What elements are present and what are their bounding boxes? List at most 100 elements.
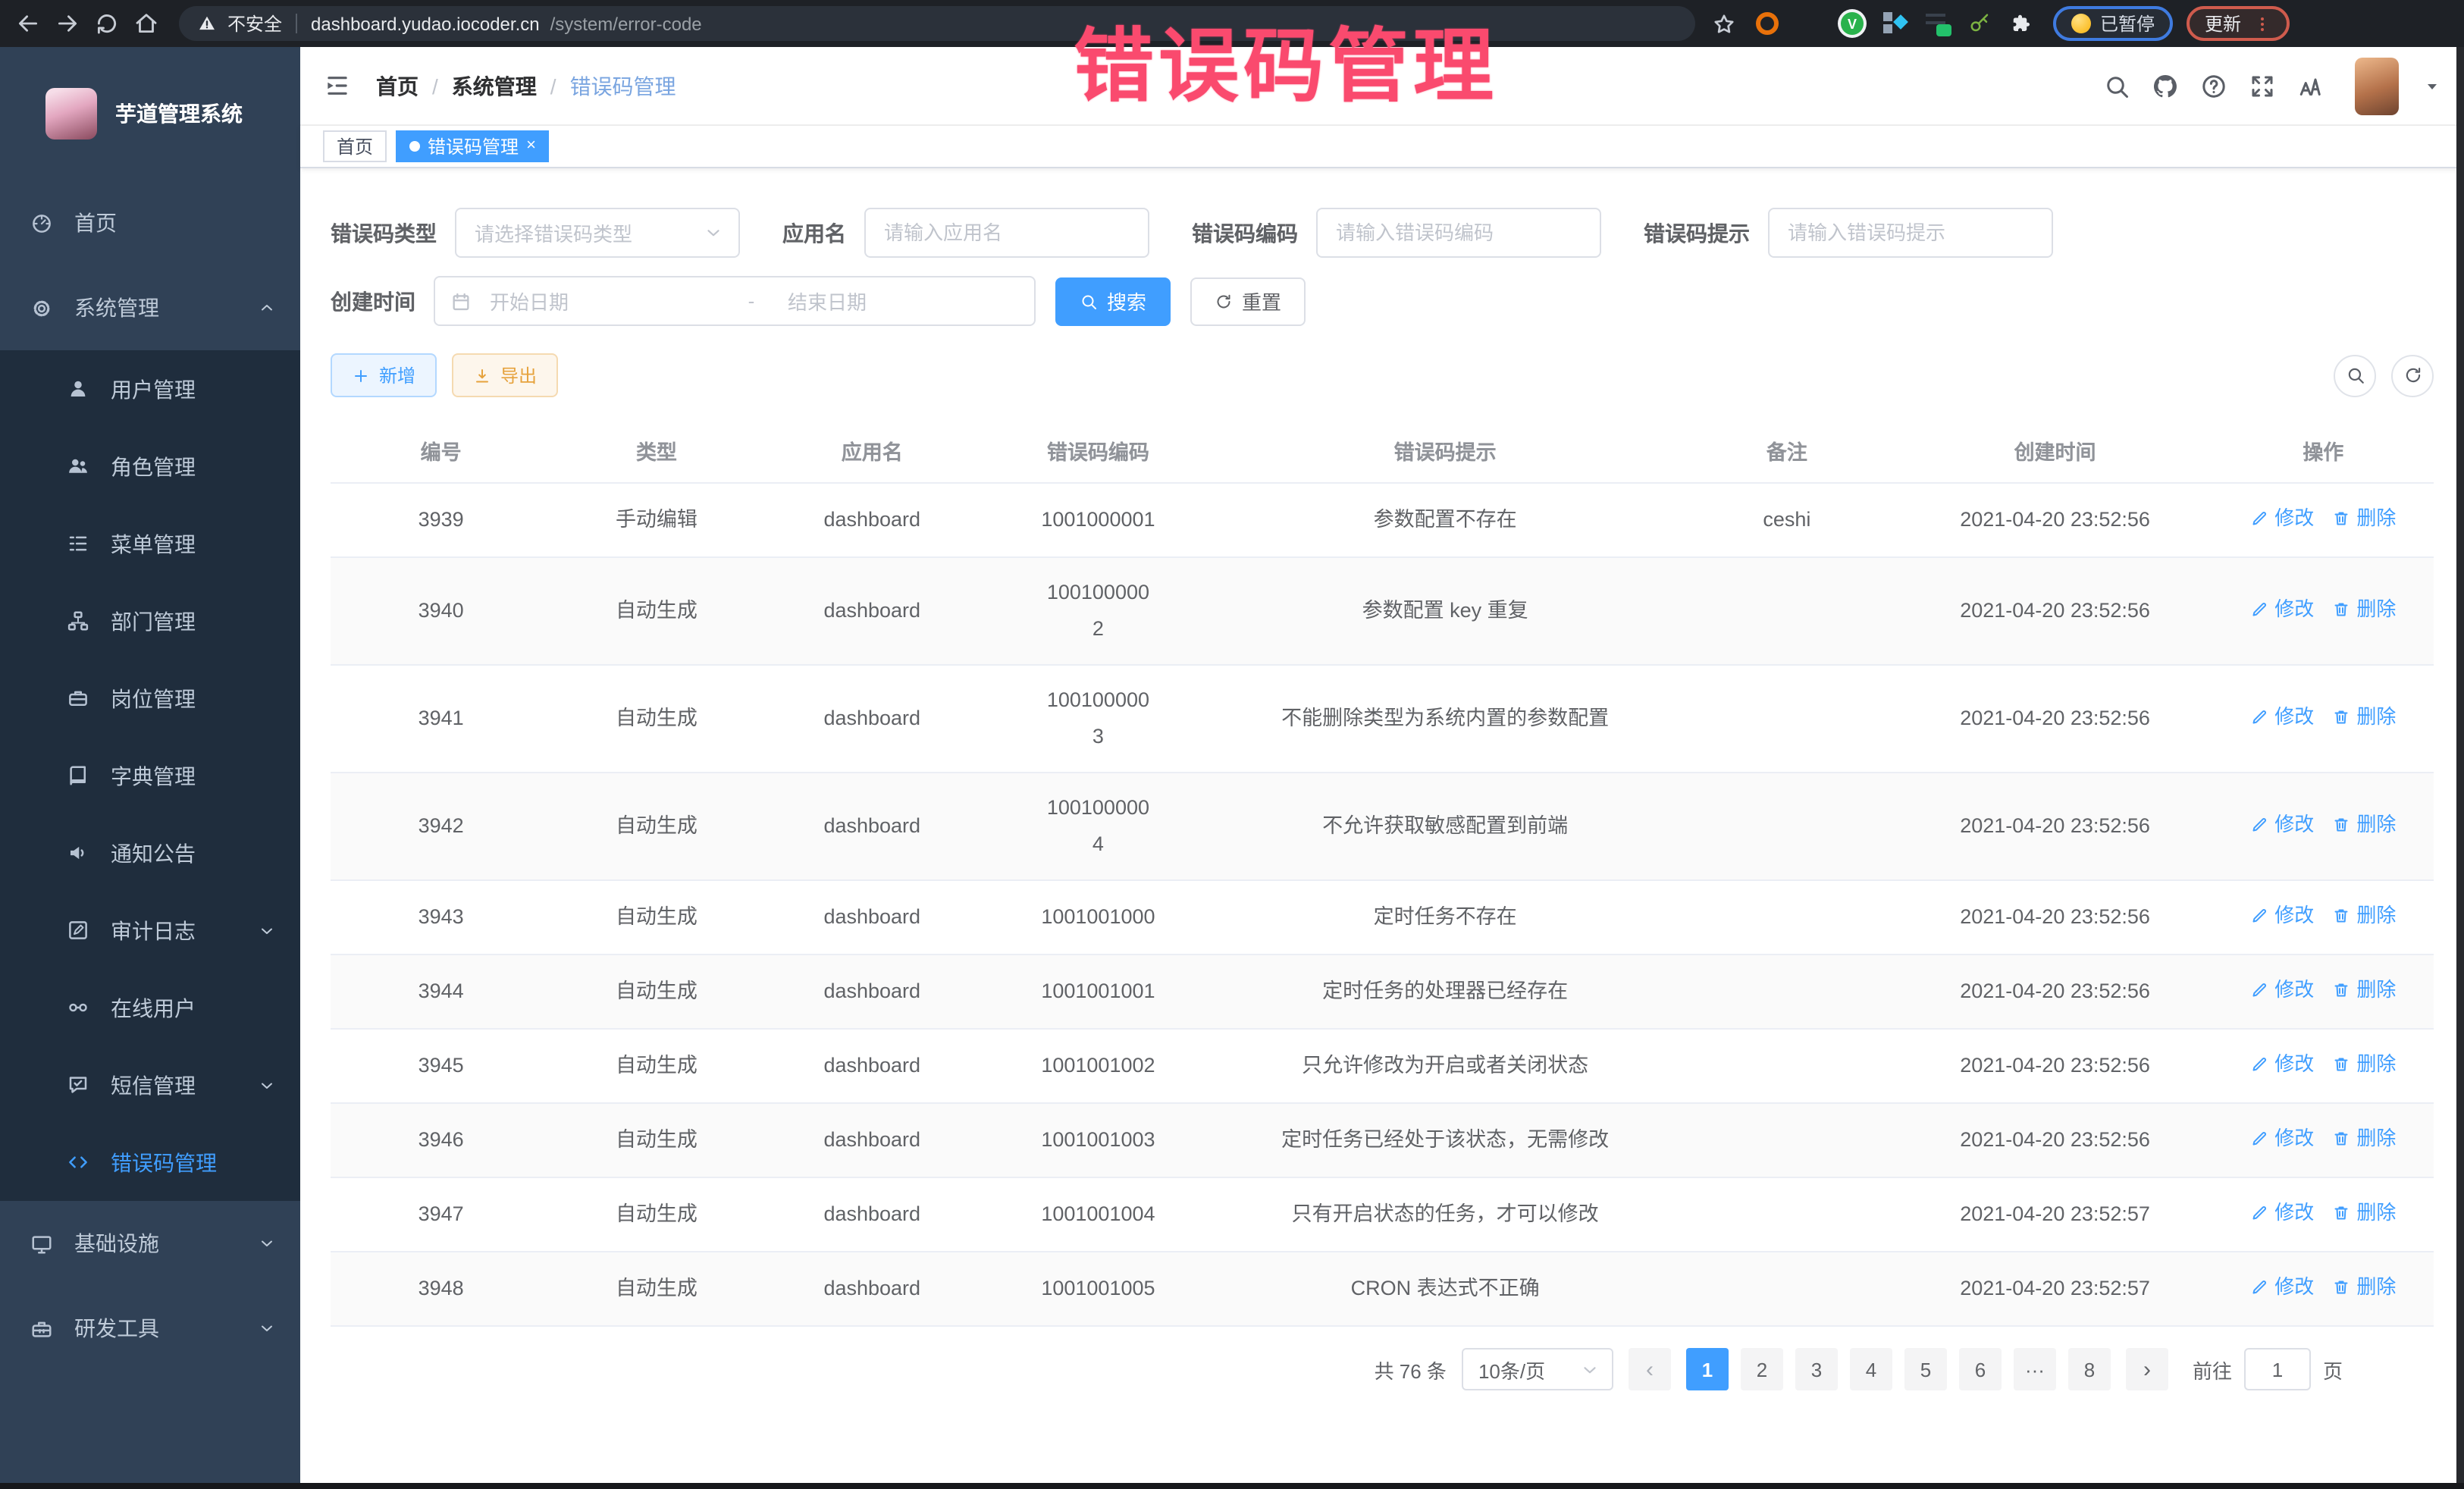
page-button-6[interactable]: 6 [1959,1348,2002,1390]
help-icon[interactable] [2200,72,2227,99]
next-page-button[interactable]: › [2126,1348,2168,1390]
forward-icon[interactable] [55,11,80,36]
edit-link[interactable]: 修改 [2250,1046,2314,1083]
sidebar-item[interactable]: 审计日志 [0,892,300,969]
tab-error-code[interactable]: 错误码管理 × [396,130,550,162]
add-button[interactable]: 新增 [331,353,437,397]
avatar-caret-down-icon[interactable] [2423,77,2441,95]
edit-link[interactable]: 修改 [2250,1195,2314,1231]
extension-orange-icon[interactable] [1756,12,1779,35]
delete-link[interactable]: 删除 [2332,1195,2396,1231]
extension-on-badge-icon[interactable] [1926,12,1948,35]
cell-type: 自动生成 [551,557,761,665]
fullscreen-icon[interactable] [2249,72,2276,99]
sidebar-item[interactable]: 字典管理 [0,737,300,814]
app-logo[interactable]: 芋道管理系统 [0,47,300,180]
sidebar-item[interactable]: 菜单管理 [0,505,300,582]
edit-link[interactable]: 修改 [2250,807,2314,843]
error-type-select[interactable]: 请选择错误码类型 [455,208,740,258]
bookmark-star-icon[interactable] [1712,11,1736,36]
sidebar-item[interactable]: 系统管理 [0,265,300,350]
home-icon[interactable] [133,11,159,36]
address-bar[interactable]: 不安全 dashboard.yudao.iocoder.cn/system/er… [179,6,1695,41]
search-button[interactable]: 搜索 [1055,277,1171,325]
sidebar-item[interactable]: 在线用户 [0,969,300,1046]
user-avatar[interactable] [2355,57,2399,114]
more-pages-button[interactable]: ··· [2014,1348,2056,1390]
show-search-toggle-button[interactable] [2334,354,2376,397]
sidebar-item[interactable]: 部门管理 [0,582,300,660]
breadcrumb-item-home[interactable]: 首页 [376,71,419,101]
address-divider [296,14,297,33]
delete-link[interactable]: 删除 [2332,1269,2396,1306]
error-msg-input[interactable] [1770,209,2052,256]
edit-link[interactable]: 修改 [2250,1121,2314,1157]
delete-link[interactable]: 删除 [2332,500,2396,537]
sidebar-item[interactable]: 用户管理 [0,350,300,428]
sidebar-item[interactable]: 基础设施 [0,1201,300,1286]
reset-button[interactable]: 重置 [1190,277,1306,325]
end-date-input[interactable]: 结束日期 [782,287,1019,315]
tab-close-icon[interactable]: × [526,138,536,155]
tab-home[interactable]: 首页 [323,130,387,162]
sidebar-item[interactable]: 错误码管理 [0,1124,300,1201]
window-scrollbar[interactable] [2456,47,2464,1489]
page-button-1[interactable]: 1 [1686,1348,1729,1390]
github-icon[interactable] [2152,72,2179,99]
back-icon[interactable] [15,11,41,36]
sidebar-item[interactable]: 岗位管理 [0,660,300,737]
extension-gem-icon[interactable] [1798,12,1821,35]
page-buttons: 123456 ··· 8 [1686,1348,2111,1390]
sidebar-item[interactable]: 短信管理 [0,1046,300,1124]
cell-msg: 定时任务的处理器已经存在 [1214,955,1676,1029]
sidebar-item[interactable]: 研发工具 [0,1286,300,1371]
extension-key-icon[interactable] [1968,12,1991,35]
sidebar-item[interactable]: 首页 [0,180,300,265]
reload-icon[interactable] [94,11,120,36]
sidebar-item[interactable]: 角色管理 [0,428,300,505]
delete-link[interactable]: 删除 [2332,972,2396,1008]
delete-link[interactable]: 删除 [2332,1121,2396,1157]
refresh-table-button[interactable] [2391,354,2434,397]
cell-type: 自动生成 [551,1177,761,1252]
page-button-3[interactable]: 3 [1795,1348,1838,1390]
edit-link[interactable]: 修改 [2250,1269,2314,1306]
profile-paused-pill[interactable]: 已暂停 [2053,6,2173,41]
page-button-2[interactable]: 2 [1741,1348,1783,1390]
page-button-5[interactable]: 5 [1904,1348,1947,1390]
delete-link[interactable]: 删除 [2332,1046,2396,1083]
edit-link[interactable]: 修改 [2250,898,2314,934]
tab-label: 错误码管理 [428,133,519,159]
extension-grid-icon[interactable] [1883,12,1906,35]
error-code-input[interactable] [1318,209,1600,256]
edit-link[interactable]: 修改 [2250,500,2314,537]
page-button-4[interactable]: 4 [1850,1348,1892,1390]
browser-update-button[interactable]: 更新 [2187,6,2290,41]
security-label[interactable]: 不安全 [227,11,282,36]
font-size-icon[interactable] [2297,72,2324,99]
export-button[interactable]: 导出 [452,353,558,397]
app-name-input[interactable] [866,209,1148,256]
header-search-icon[interactable] [2103,72,2130,99]
browser-menu-dots-icon[interactable] [2253,14,2271,33]
start-date-input[interactable]: 开始日期 [484,287,721,315]
hamburger-icon[interactable] [323,71,352,100]
goto-page-input[interactable] [2244,1348,2311,1390]
prev-page-button[interactable]: ‹ [1629,1348,1671,1390]
cell-msg: 定时任务已经处于该状态，无需修改 [1214,1103,1676,1177]
extensions-puzzle-icon[interactable] [2011,12,2033,35]
extension-green-icon[interactable]: V [1841,12,1864,35]
breadcrumb-item-system[interactable]: 系统管理 [452,71,537,101]
sidebar-item[interactable]: 通知公告 [0,814,300,892]
date-range-picker[interactable]: 开始日期 - 结束日期 [434,276,1036,326]
delete-link[interactable]: 删除 [2332,898,2396,934]
page-button-8[interactable]: 8 [2068,1348,2111,1390]
delete-link[interactable]: 删除 [2332,699,2396,735]
edit-link[interactable]: 修改 [2250,699,2314,735]
edit-link[interactable]: 修改 [2250,972,2314,1008]
page-size-select[interactable]: 10条/页 [1462,1348,1613,1390]
search-button-label: 搜索 [1107,287,1146,315]
delete-link[interactable]: 删除 [2332,807,2396,843]
edit-link[interactable]: 修改 [2250,591,2314,628]
delete-link[interactable]: 删除 [2332,591,2396,628]
